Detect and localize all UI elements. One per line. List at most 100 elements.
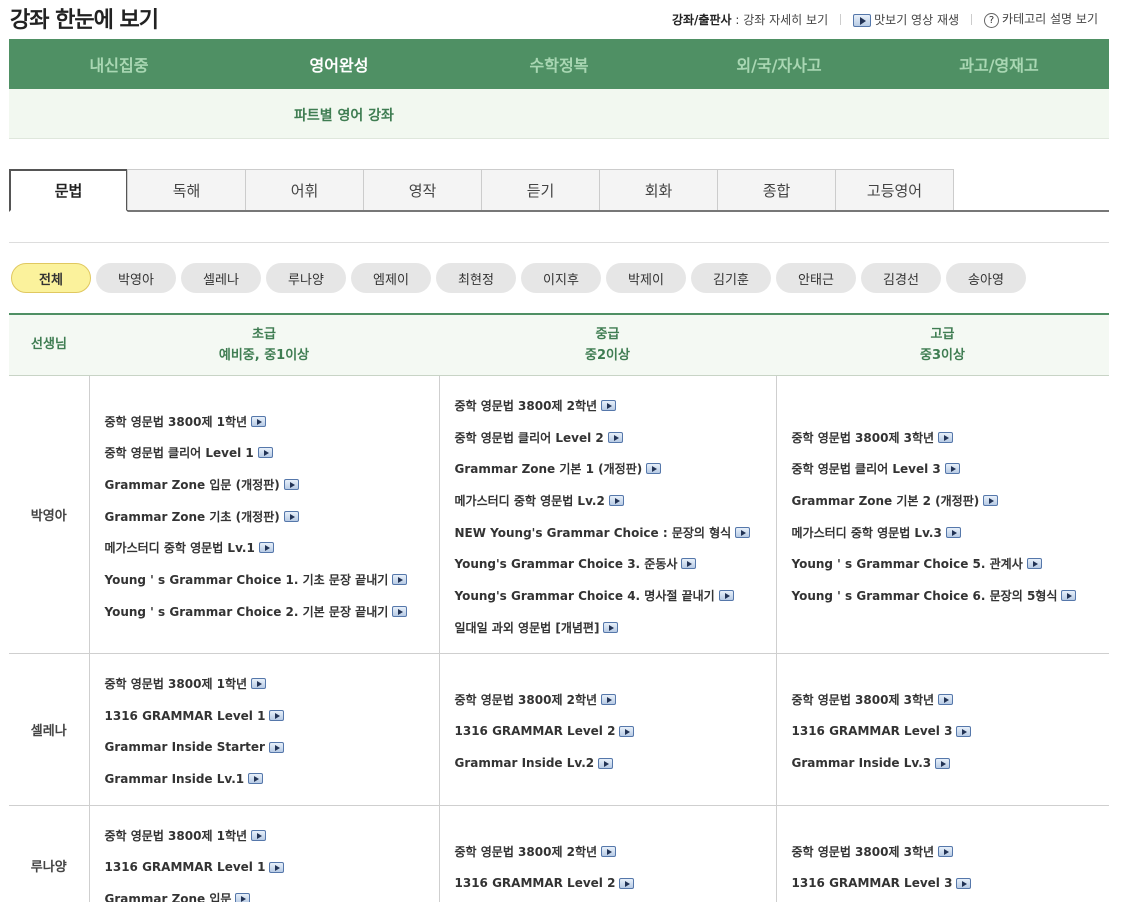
course-link[interactable]: Young ' s Grammar Choice 5. 관계사 xyxy=(792,548,1110,580)
course-link[interactable]: 중학 영문법 클리어 Level 1 xyxy=(105,437,439,469)
play-icon[interactable] xyxy=(248,773,264,785)
course-link[interactable]: Grammar Zone 기본 1 (개정판) xyxy=(455,453,776,485)
tab-6[interactable]: 회화 xyxy=(599,169,718,210)
play-icon[interactable] xyxy=(269,861,285,873)
play-icon[interactable] xyxy=(601,399,617,411)
teacher-filter-pill[interactable]: 이지후 xyxy=(521,263,601,293)
teacher-filter-pill[interactable]: 박제이 xyxy=(606,263,686,293)
main-nav-item[interactable]: 수학정복 xyxy=(449,39,669,89)
course-link[interactable]: 중학 영문법 3800제 1학년 xyxy=(105,405,439,437)
main-nav-item[interactable]: 과고/영재고 xyxy=(889,39,1109,89)
course-link[interactable]: 1316 GRAMMAR Level 2 xyxy=(455,716,776,748)
course-link[interactable]: 중학 영문법 클리어 Level 3 xyxy=(792,453,1110,485)
play-icon[interactable] xyxy=(608,494,624,506)
play-icon[interactable] xyxy=(1061,589,1077,601)
play-icon[interactable] xyxy=(619,877,635,889)
course-link[interactable]: Grammar Zone 기본 2 (개정판) xyxy=(792,485,1110,517)
course-link[interactable]: 1316 GRAMMAR Level 2 xyxy=(455,867,776,899)
course-link[interactable]: Grammar Zone 입문 (개정판) xyxy=(105,469,439,501)
course-link[interactable]: Grammar Inside Lv.1 xyxy=(105,763,439,795)
play-icon[interactable] xyxy=(956,725,972,737)
play-icon[interactable] xyxy=(251,678,267,690)
course-link[interactable]: 중학 영문법 3800제 3학년 xyxy=(792,684,1110,716)
play-icon[interactable] xyxy=(735,526,751,538)
play-icon[interactable] xyxy=(935,757,951,769)
course-link[interactable]: 중학 영문법 클리어 Level 2 xyxy=(455,421,776,453)
tab-8[interactable]: 고등영어 xyxy=(835,169,954,210)
play-icon[interactable] xyxy=(956,877,972,889)
tab-1[interactable]: 문법 xyxy=(9,169,128,212)
course-link[interactable]: Grammar Inside Lv.3 xyxy=(792,747,1110,779)
course-link[interactable]: Grammar Zone 기초 (개정판) xyxy=(105,500,439,532)
play-icon[interactable] xyxy=(619,725,635,737)
course-link[interactable]: 중학 영문법 3800제 1학년 xyxy=(105,820,439,852)
tab-4[interactable]: 영작 xyxy=(363,169,482,210)
play-icon[interactable] xyxy=(235,893,251,902)
teacher-filter-pill[interactable]: 송아영 xyxy=(946,263,1026,293)
tab-2[interactable]: 독해 xyxy=(127,169,246,210)
course-link[interactable]: 메가스터디 중학 영문법 Lv.2 xyxy=(455,485,776,517)
teacher-filter-pill[interactable]: 박영아 xyxy=(96,263,176,293)
teacher-filter-pill[interactable]: 셀레나 xyxy=(181,263,261,293)
main-nav-item[interactable]: 내신집중 xyxy=(9,39,229,89)
play-icon[interactable] xyxy=(601,694,617,706)
course-link[interactable]: Young ' s Grammar Choice 2. 기본 문장 끝내기 xyxy=(105,595,439,627)
play-icon[interactable] xyxy=(938,431,954,443)
tab-5[interactable]: 듣기 xyxy=(481,169,600,210)
play-icon[interactable] xyxy=(257,447,273,459)
play-icon[interactable] xyxy=(269,710,285,722)
teacher-filter-pill[interactable]: 전체 xyxy=(11,263,91,293)
course-link[interactable]: 1316 GRAMMAR Level 3 xyxy=(792,716,1110,748)
play-icon[interactable] xyxy=(646,463,662,475)
course-link[interactable]: Young ' s Grammar Choice 1. 기초 문장 끝내기 xyxy=(105,564,439,596)
course-link[interactable]: 1316 GRAMMAR Level 3 xyxy=(792,867,1110,899)
play-icon[interactable] xyxy=(944,463,960,475)
play-icon[interactable] xyxy=(983,494,999,506)
play-icon[interactable] xyxy=(681,558,697,570)
play-icon[interactable] xyxy=(938,845,954,857)
teacher-filter-pill[interactable]: 김경선 xyxy=(861,263,941,293)
play-icon[interactable] xyxy=(283,479,299,491)
course-link[interactable]: 메가스터디 중학 영문법 Lv.1 xyxy=(105,532,439,564)
play-icon[interactable] xyxy=(938,694,954,706)
main-nav-item[interactable]: 영어완성 xyxy=(229,39,449,95)
play-icon[interactable] xyxy=(1026,558,1042,570)
play-icon[interactable] xyxy=(392,605,408,617)
course-link[interactable]: 중학 영문법 3800제 2학년 xyxy=(455,390,776,422)
course-link[interactable]: 일대일 과외 영문법 [개념편] xyxy=(455,611,776,643)
course-link[interactable]: Grammar Inside Starter xyxy=(105,731,439,763)
course-link[interactable]: 중학 영문법 3800제 2학년 xyxy=(455,836,776,868)
teacher-filter-pill[interactable]: 김기훈 xyxy=(691,263,771,293)
tab-3[interactable]: 어휘 xyxy=(245,169,364,210)
course-link[interactable]: 메가스터디 중학 영문법 Lv.3 xyxy=(792,516,1110,548)
play-icon[interactable] xyxy=(251,415,267,427)
play-icon[interactable] xyxy=(251,830,267,842)
course-link[interactable]: Grammar Zone 입문 xyxy=(105,883,439,902)
teacher-name[interactable]: 박영아 xyxy=(9,374,90,654)
play-icon[interactable] xyxy=(718,589,734,601)
main-nav-item[interactable]: 외/국/자사고 xyxy=(669,39,889,89)
play-icon[interactable] xyxy=(258,542,274,554)
course-link[interactable]: 1316 GRAMMAR Level 1 xyxy=(105,851,439,883)
play-icon[interactable] xyxy=(598,757,614,769)
course-link[interactable]: 중학 영문법 3800제 3학년 xyxy=(792,421,1110,453)
course-link[interactable]: 중학 영문법 3800제 3학년 xyxy=(792,836,1110,868)
course-link[interactable]: Young's Grammar Choice 4. 명사절 끝내기 xyxy=(455,580,776,612)
teacher-filter-pill[interactable]: 루나양 xyxy=(266,263,346,293)
play-icon[interactable] xyxy=(283,510,299,522)
teacher-filter-pill[interactable]: 최현정 xyxy=(436,263,516,293)
play-icon[interactable] xyxy=(392,574,408,586)
course-link[interactable]: Grammar Inside Lv.2 xyxy=(455,747,776,779)
tab-7[interactable]: 종합 xyxy=(717,169,836,210)
teacher-filter-pill[interactable]: 안태근 xyxy=(776,263,856,293)
sub-nav-item[interactable]: 파트별 영어 강좌 xyxy=(294,105,394,125)
teacher-name[interactable]: 셀레나 xyxy=(9,653,90,806)
play-icon[interactable] xyxy=(603,621,619,633)
course-link[interactable]: 중학 영문법 3800제 2학년 xyxy=(455,684,776,716)
course-link[interactable]: NEW Young's Grammar Choice : 문장의 형식 xyxy=(455,516,776,548)
course-link[interactable]: 중학 영문법 3800제 1학년 xyxy=(105,668,439,700)
teacher-name[interactable]: 루나양 xyxy=(9,804,90,902)
course-link[interactable]: Young's Grammar Choice 3. 준동사 xyxy=(455,548,776,580)
play-icon[interactable] xyxy=(268,741,284,753)
help-link[interactable]: ? 카테고리 설명 보기 xyxy=(984,10,1098,28)
